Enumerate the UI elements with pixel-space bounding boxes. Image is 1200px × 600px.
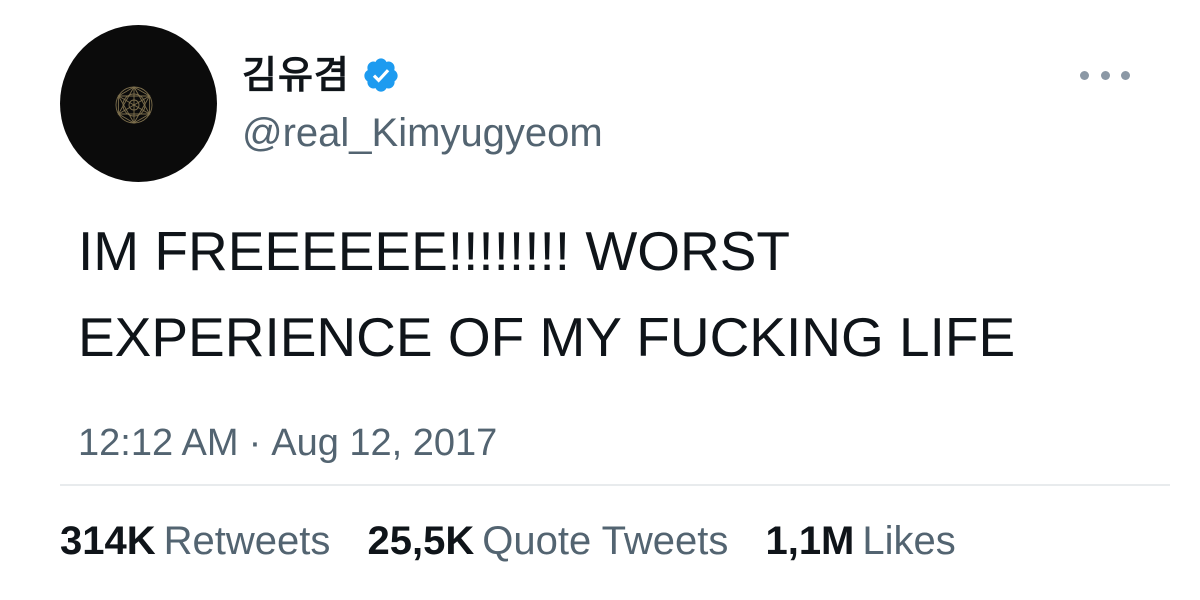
retweets-count: 314K — [60, 519, 156, 563]
author-handle[interactable]: @real_Kimyugyeom — [242, 108, 603, 158]
retweets-stat[interactable]: 314K Retweets — [60, 513, 330, 569]
tweet-timestamp[interactable]: 12:12 AM · Aug 12, 2017 — [78, 418, 497, 468]
more-options-button[interactable] — [1080, 60, 1130, 90]
divider — [60, 484, 1170, 486]
quote-tweets-label: Quote Tweets — [482, 519, 729, 563]
tweet-time: 12:12 AM — [78, 422, 239, 464]
tweet-text: IM FREEEEEE!!!!!!!! WORST EXPERIENCE OF … — [78, 220, 1016, 368]
more-options-icon-dot — [1121, 70, 1130, 80]
author-name-row: 김유겸 — [242, 50, 400, 100]
likes-stat[interactable]: 1,1M Likes — [765, 513, 955, 569]
tweet-date: Aug 12, 2017 — [271, 422, 498, 464]
likes-label: Likes — [862, 519, 956, 563]
more-options-icon-dot — [1100, 70, 1110, 80]
tweet-card: 김유겸 @real_Kimyugyeom IM FREEEEEE!!!!!!!!… — [0, 0, 1200, 600]
retweets-label: Retweets — [163, 519, 331, 563]
likes-count: 1,1M — [765, 519, 855, 563]
avatar[interactable] — [60, 25, 217, 182]
verified-badge-icon — [364, 58, 398, 92]
quote-tweets-count: 25,5K — [367, 519, 475, 563]
timestamp-separator: · — [248, 422, 262, 464]
display-name[interactable]: 김유겸 — [242, 50, 350, 100]
geometric-mandala-icon — [115, 86, 153, 124]
more-options-icon — [1080, 70, 1089, 80]
engagement-stats: 314K Retweets 25,5K Quote Tweets 1,1M Likes — [60, 513, 982, 569]
quote-tweets-stat[interactable]: 25,5K Quote Tweets — [368, 513, 729, 569]
